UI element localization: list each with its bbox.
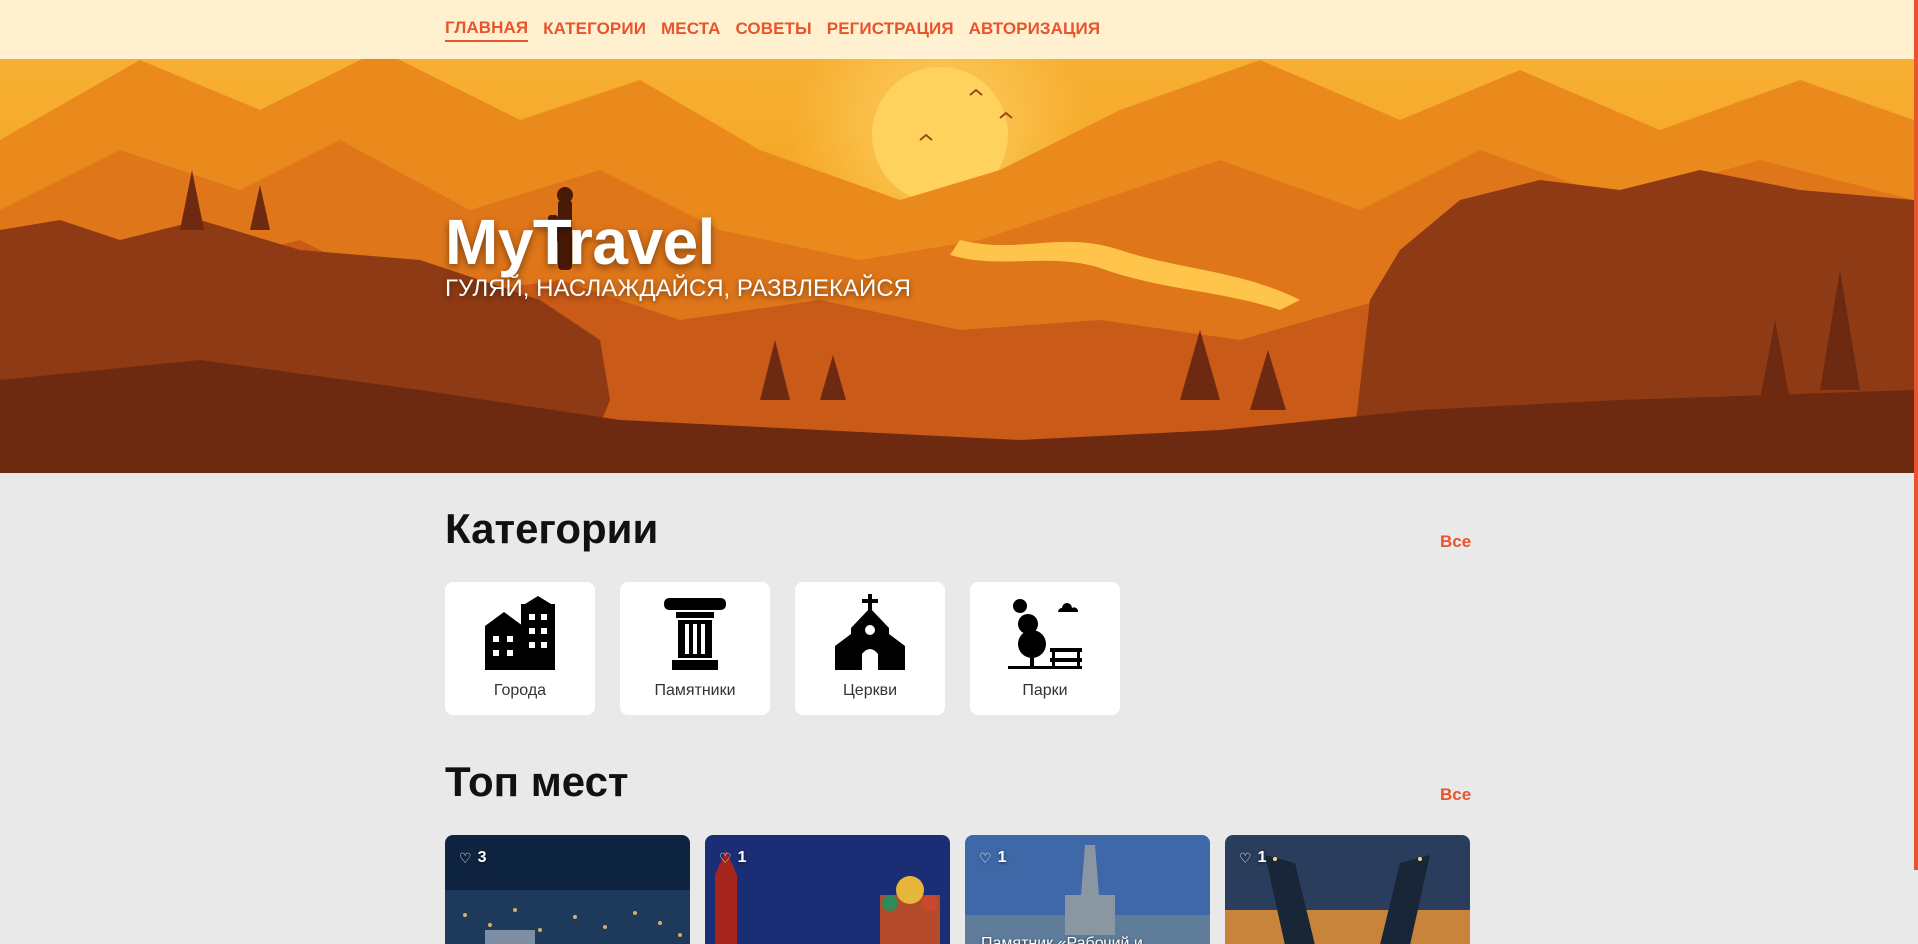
page-scrollbar[interactable]: [1914, 0, 1918, 870]
place-card[interactable]: ♡ 1 Памятник «Рабочий и: [965, 835, 1210, 944]
likes-counter[interactable]: ♡ 1: [1239, 849, 1266, 867]
place-card[interactable]: ♡ 1: [705, 835, 950, 944]
hero-banner: MyTravel ГУЛЯЙ, НАСЛАЖДАЙСЯ, РАЗВЛЕКАЙСЯ: [0, 0, 1914, 473]
nav-item-tips[interactable]: СОВЕТЫ: [735, 19, 811, 41]
city-buildings-icon: [485, 596, 555, 670]
heart-icon[interactable]: ♡: [459, 850, 472, 867]
church-icon: [835, 594, 905, 670]
categories-all-link[interactable]: Все: [1440, 532, 1471, 552]
likes-count: 1: [1257, 849, 1267, 866]
category-card-monuments[interactable]: Памятники: [620, 582, 770, 715]
likes-count: 1: [997, 849, 1007, 866]
likes-counter[interactable]: ♡ 1: [719, 849, 746, 867]
park-tree-bench-icon: [1008, 599, 1082, 669]
category-label: Города: [493, 682, 547, 699]
category-label: Парки: [1022, 682, 1068, 699]
category-card-churches[interactable]: Церкви: [795, 582, 945, 715]
nav-item-register[interactable]: РЕГИСТРАЦИЯ: [827, 19, 954, 41]
category-label: Церкви: [842, 682, 898, 699]
place-card[interactable]: ♡ 1: [1225, 835, 1470, 944]
top-places-all-link[interactable]: Все: [1440, 785, 1471, 805]
nav-item-home[interactable]: ГЛАВНАЯ: [445, 18, 529, 42]
place-name: Памятник «Рабочий и: [981, 935, 1143, 944]
categories-heading: Категории: [445, 505, 659, 552]
category-card-parks[interactable]: Парки: [970, 582, 1120, 715]
hero-title: MyTravel: [445, 206, 715, 278]
likes-count: 3: [477, 849, 487, 866]
place-card[interactable]: ♡ 3: [445, 835, 690, 944]
nav-item-login[interactable]: АВТОРИЗАЦИЯ: [969, 19, 1101, 41]
heart-icon[interactable]: ♡: [719, 850, 732, 867]
likes-counter[interactable]: ♡ 3: [459, 849, 486, 867]
nav-item-places[interactable]: МЕСТА: [661, 19, 720, 41]
heart-icon[interactable]: ♡: [979, 850, 992, 867]
category-card-cities[interactable]: Города: [445, 582, 595, 715]
category-label: Памятники: [654, 682, 736, 699]
heart-icon[interactable]: ♡: [1239, 850, 1252, 867]
nav-item-categories[interactable]: КАТЕГОРИИ: [543, 19, 646, 41]
likes-counter[interactable]: ♡ 1: [979, 849, 1006, 867]
hero-subtitle: ГУЛЯЙ, НАСЛАЖДАЙСЯ, РАЗВЛЕКАЙСЯ: [445, 275, 911, 302]
column-monument-icon: [664, 598, 726, 670]
hero-landscape-illustration: [0, 0, 1914, 473]
top-places-heading: Топ мест: [445, 758, 629, 805]
likes-count: 1: [737, 849, 747, 866]
top-navigation: ГЛАВНАЯ КАТЕГОРИИ МЕСТА СОВЕТЫ РЕГИСТРАЦ…: [0, 0, 1914, 59]
